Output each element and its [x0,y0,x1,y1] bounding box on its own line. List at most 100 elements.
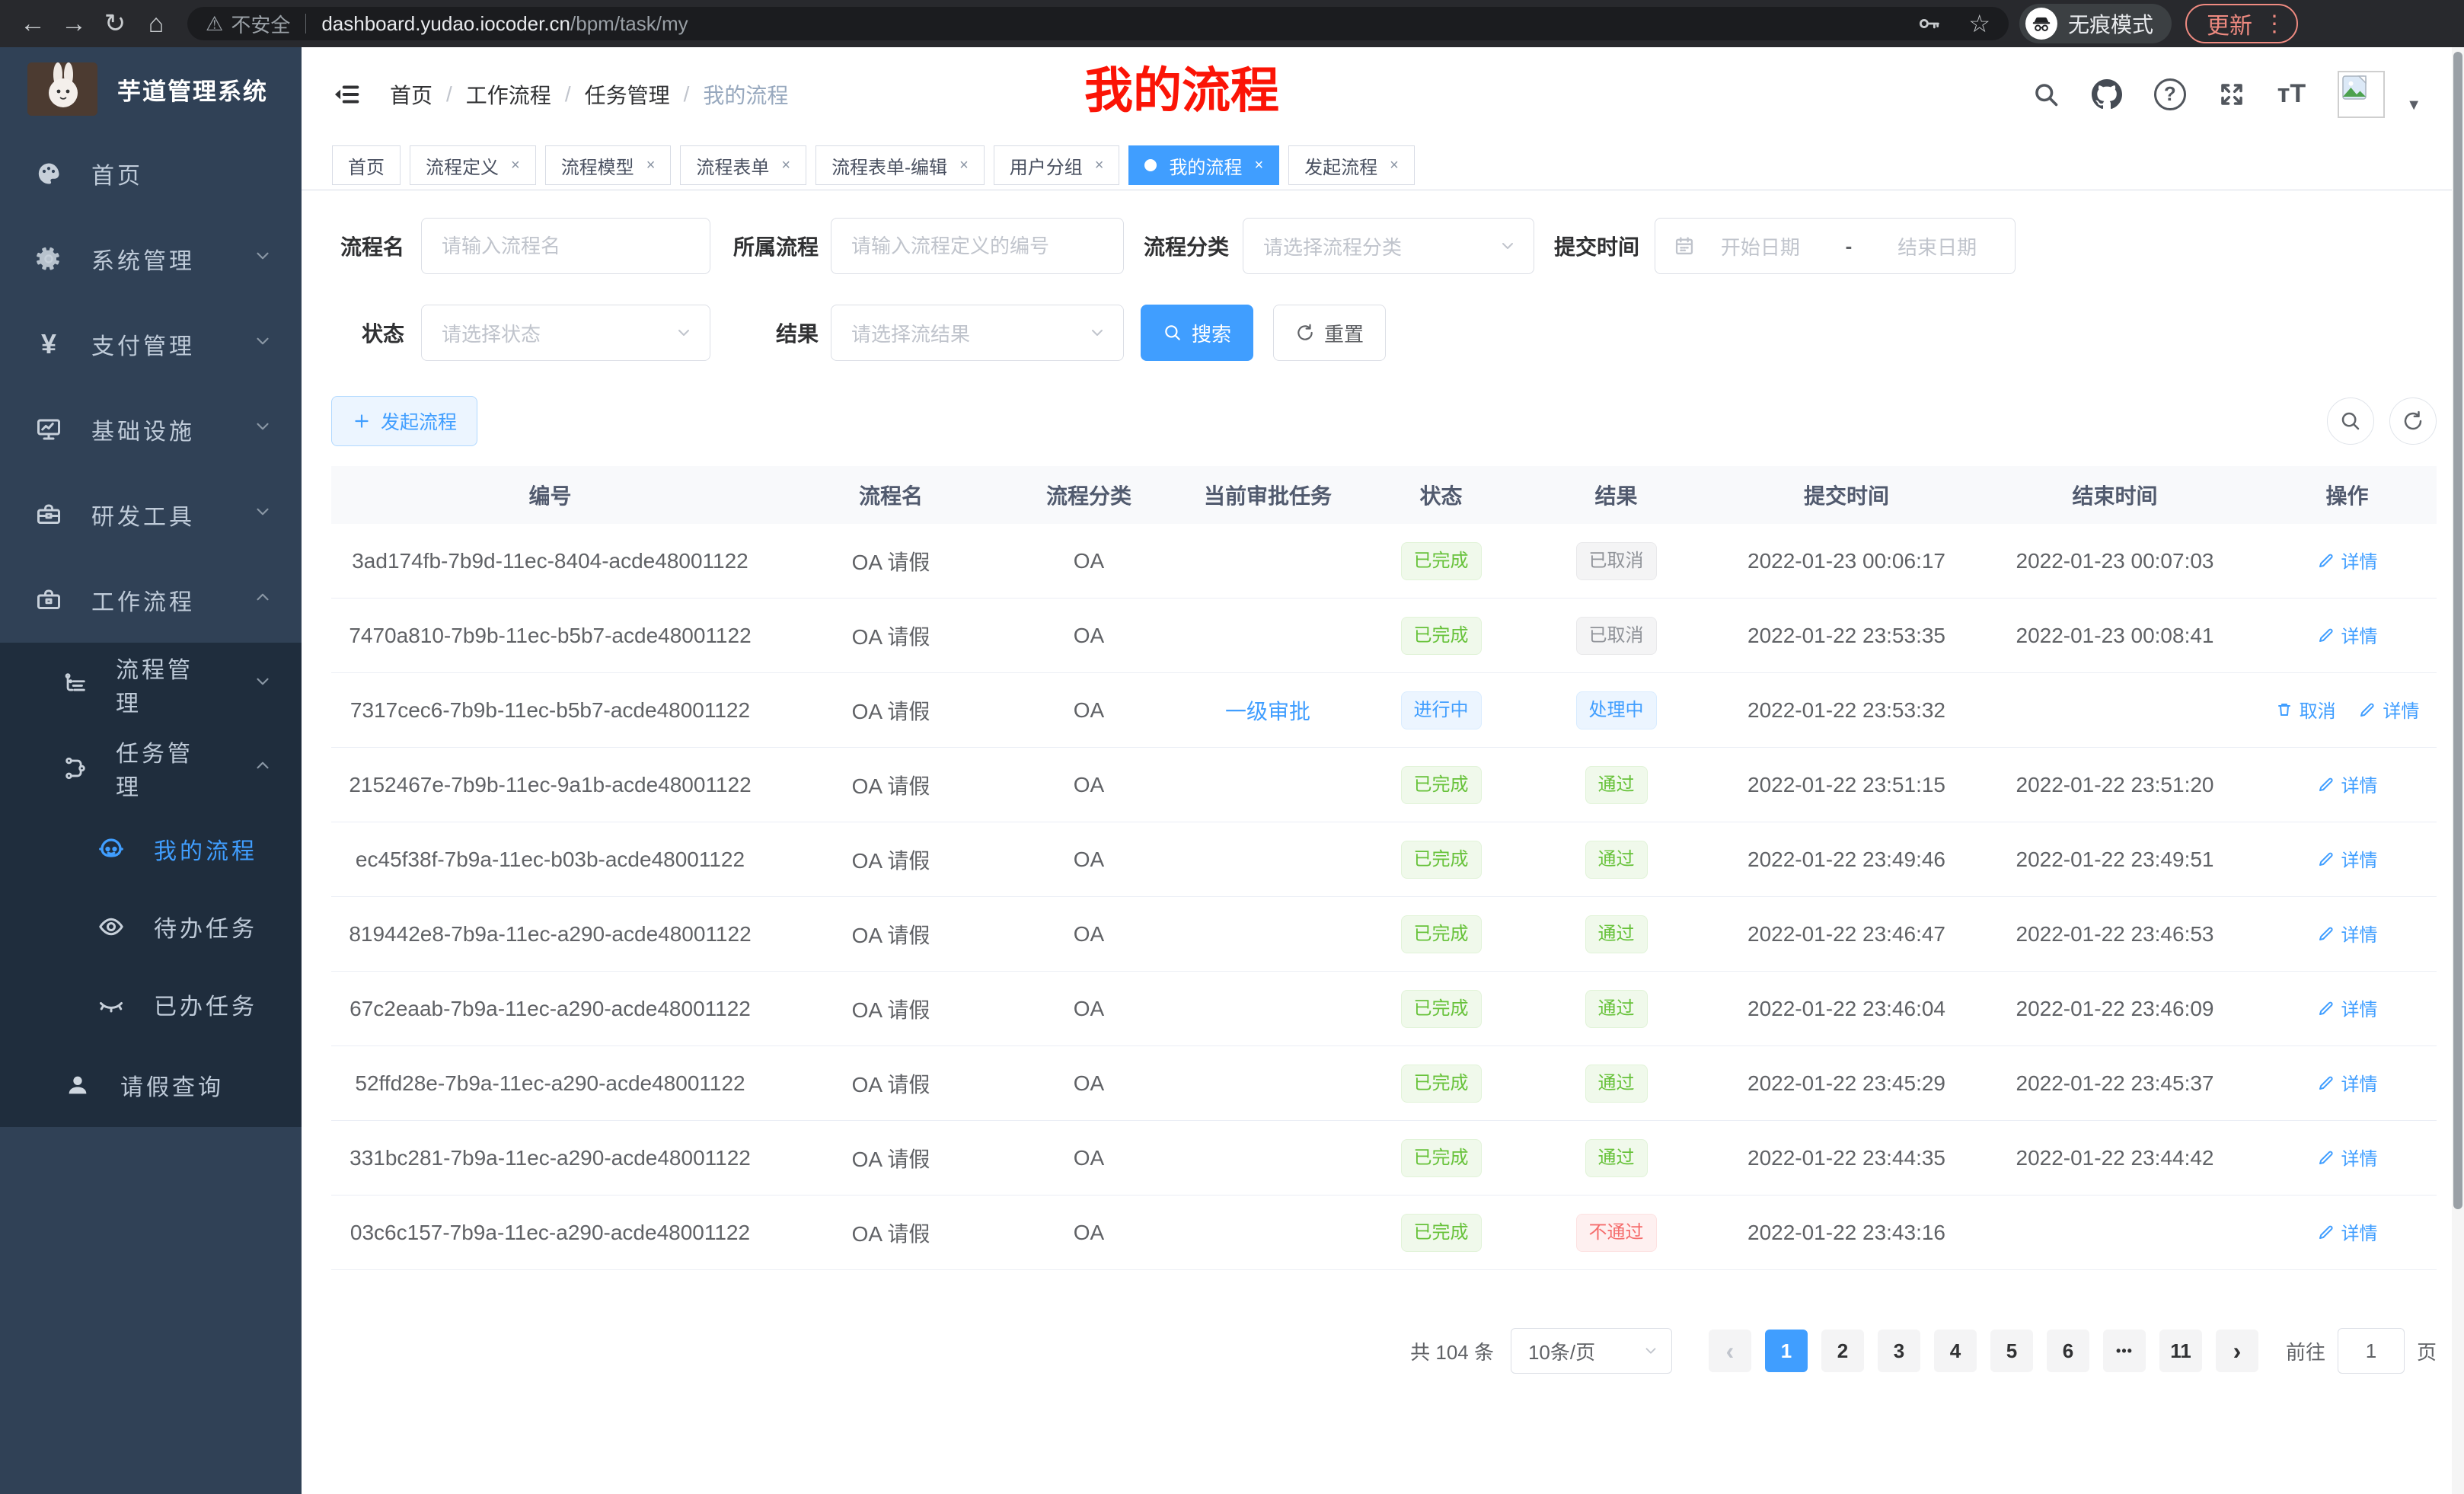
page-button-4[interactable]: 4 [1934,1330,1977,1372]
refresh-table-button[interactable] [2389,397,2437,445]
sidebar-item-label: 首页 [91,157,143,190]
update-button[interactable]: 更新 ⋮ [2185,4,2298,43]
close-icon[interactable]: × [646,157,656,174]
sidebar-item-dev-tools[interactable]: 研发工具 [0,472,302,557]
close-icon[interactable]: × [959,157,969,174]
window-scrollbar[interactable] [2452,47,2464,1494]
tab-start-process[interactable]: 发起流程× [1288,145,1415,185]
current-task-link[interactable]: 一级审批 [1225,700,1310,723]
detail-link[interactable]: 详情 [2317,1218,2378,1245]
github-icon[interactable] [2092,79,2122,110]
close-icon[interactable]: × [1095,157,1104,174]
prev-page-button[interactable]: ‹ [1709,1330,1751,1372]
chevron-down-icon [253,246,273,272]
search-button[interactable]: 搜索 [1141,305,1253,361]
detail-link[interactable]: 详情 [2317,920,2378,947]
sidebar-item-home[interactable]: 首页 [0,131,302,216]
page-size-select[interactable]: 10条/页 [1511,1328,1672,1374]
sidebar: 芋道管理系统 首页 系统管理 ¥ 支付管理 基础设施 研发工具 [0,47,302,1494]
address-bar[interactable]: ⚠ 不安全 dashboard.yudao.iocoder.cn /bpm/ta… [187,7,2009,40]
top-navbar: 首页 / 工作流程 / 任务管理 / 我的流程 我的流程 ? тT ▼ [302,47,2464,141]
tab-home[interactable]: 首页 [332,145,401,185]
page-button-5[interactable]: 5 [1990,1330,2033,1372]
sidebar-item-workflow[interactable]: 工作流程 [0,557,302,643]
home-icon[interactable]: ⌂ [136,3,177,44]
sidebar-item-leave-query[interactable]: 请假查询 [0,1043,302,1127]
back-icon[interactable]: ← [12,3,53,44]
row-process-name: OA 请假 [769,919,1013,950]
forward-icon[interactable]: → [53,3,94,44]
row-category: OA [1013,773,1165,797]
detail-link[interactable]: 详情 [2317,994,2378,1021]
detail-link[interactable]: 详情 [2317,547,2378,573]
robot-face-icon [96,835,126,863]
not-secure-label[interactable]: 不安全 [231,10,290,38]
detail-link[interactable]: 详情 [2317,771,2378,797]
close-icon[interactable]: × [1390,157,1399,174]
submit-time-range[interactable]: 开始日期 - 结束日期 [1655,218,2016,274]
process-category-select[interactable]: 请选择流程分类 [1243,218,1534,274]
tab-process-form[interactable]: 流程表单× [680,145,806,185]
search-icon[interactable] [2032,81,2060,108]
key-icon[interactable] [1917,11,1942,37]
reset-button[interactable]: 重置 [1273,305,1386,361]
result-select[interactable]: 请选择流结果 [831,305,1124,361]
detail-link[interactable]: 详情 [2317,1069,2378,1096]
breadcrumb-task-management[interactable]: 任务管理 [585,79,670,110]
detail-link[interactable]: 详情 [2358,696,2419,723]
sidebar-item-infrastructure[interactable]: 基础设施 [0,387,302,472]
detail-link[interactable]: 详情 [2317,845,2378,872]
next-page-button[interactable]: › [2216,1330,2258,1372]
avatar[interactable] [2338,71,2385,118]
avatar-caret-icon[interactable]: ▼ [2406,97,2421,114]
sidebar-toggle-icon[interactable] [332,80,361,109]
sidebar-item-todo-tasks[interactable]: 待办任务 [0,888,302,966]
sidebar-item-my-process[interactable]: 我的流程 [0,810,302,888]
sidebar-item-payment[interactable]: ¥ 支付管理 [0,302,302,387]
tab-my-process[interactable]: 我的流程× [1128,145,1279,185]
parent-process-input[interactable] [831,218,1124,274]
start-date-placeholder[interactable]: 开始日期 [1701,232,1820,260]
breadcrumb-home[interactable]: 首页 [390,79,432,110]
start-process-button[interactable]: 发起流程 [331,396,477,446]
help-icon[interactable]: ? [2154,78,2186,110]
fullscreen-icon[interactable] [2218,81,2245,108]
table-row: 03c6c157-7b9a-11ec-a290-acde48001122 OA … [331,1196,2437,1270]
status-select[interactable]: 请选择状态 [421,305,710,361]
end-date-placeholder[interactable]: 结束日期 [1878,232,1996,260]
tab-process-model[interactable]: 流程模型× [545,145,672,185]
breadcrumb-workflow[interactable]: 工作流程 [466,79,551,110]
briefcase-icon [34,586,64,614]
page-button-3[interactable]: 3 [1878,1330,1920,1372]
goto-page-input[interactable] [2338,1328,2405,1374]
app-logo[interactable]: 芋道管理系统 [0,47,302,131]
page-button-11[interactable]: 11 [2159,1330,2202,1372]
tab-process-form-edit[interactable]: 流程表单-编辑× [815,145,985,185]
row-submit-time: 2022-01-22 23:46:04 [1721,997,1972,1021]
close-icon[interactable]: × [781,157,790,174]
page-button-1[interactable]: 1 [1765,1330,1808,1372]
close-icon[interactable]: × [511,157,520,174]
toggle-search-button[interactable] [2327,397,2374,445]
scrollbar-thumb[interactable] [2453,52,2462,1209]
page-button-2[interactable]: 2 [1821,1330,1864,1372]
tab-process-definition[interactable]: 流程定义× [410,145,536,185]
reload-icon[interactable]: ↻ [94,3,136,44]
page-button-6[interactable]: 6 [2047,1330,2089,1372]
font-size-icon[interactable]: тT [2277,79,2306,109]
sidebar-item-done-tasks[interactable]: 已办任务 [0,966,302,1043]
detail-link[interactable]: 详情 [2317,621,2378,648]
bookmark-star-icon[interactable]: ☆ [1968,9,1990,38]
sidebar-item-process-management[interactable]: 流程管理 [0,643,302,726]
process-name-input[interactable] [421,218,710,274]
close-icon[interactable]: × [1254,157,1263,174]
cancel-link[interactable]: 取消 [2275,696,2336,723]
app-title: 芋道管理系统 [117,72,268,107]
detail-link[interactable]: 详情 [2317,1144,2378,1170]
browser-menu-icon[interactable]: ⋮ [2263,11,2286,37]
tab-user-group[interactable]: 用户分组× [994,145,1120,185]
more-pages-button[interactable]: ••• [2103,1330,2146,1372]
sidebar-item-system[interactable]: 系统管理 [0,216,302,302]
row-end-time: 2022-01-22 23:51:20 [1972,773,2258,797]
sidebar-item-task-management[interactable]: 任务管理 [0,726,302,810]
